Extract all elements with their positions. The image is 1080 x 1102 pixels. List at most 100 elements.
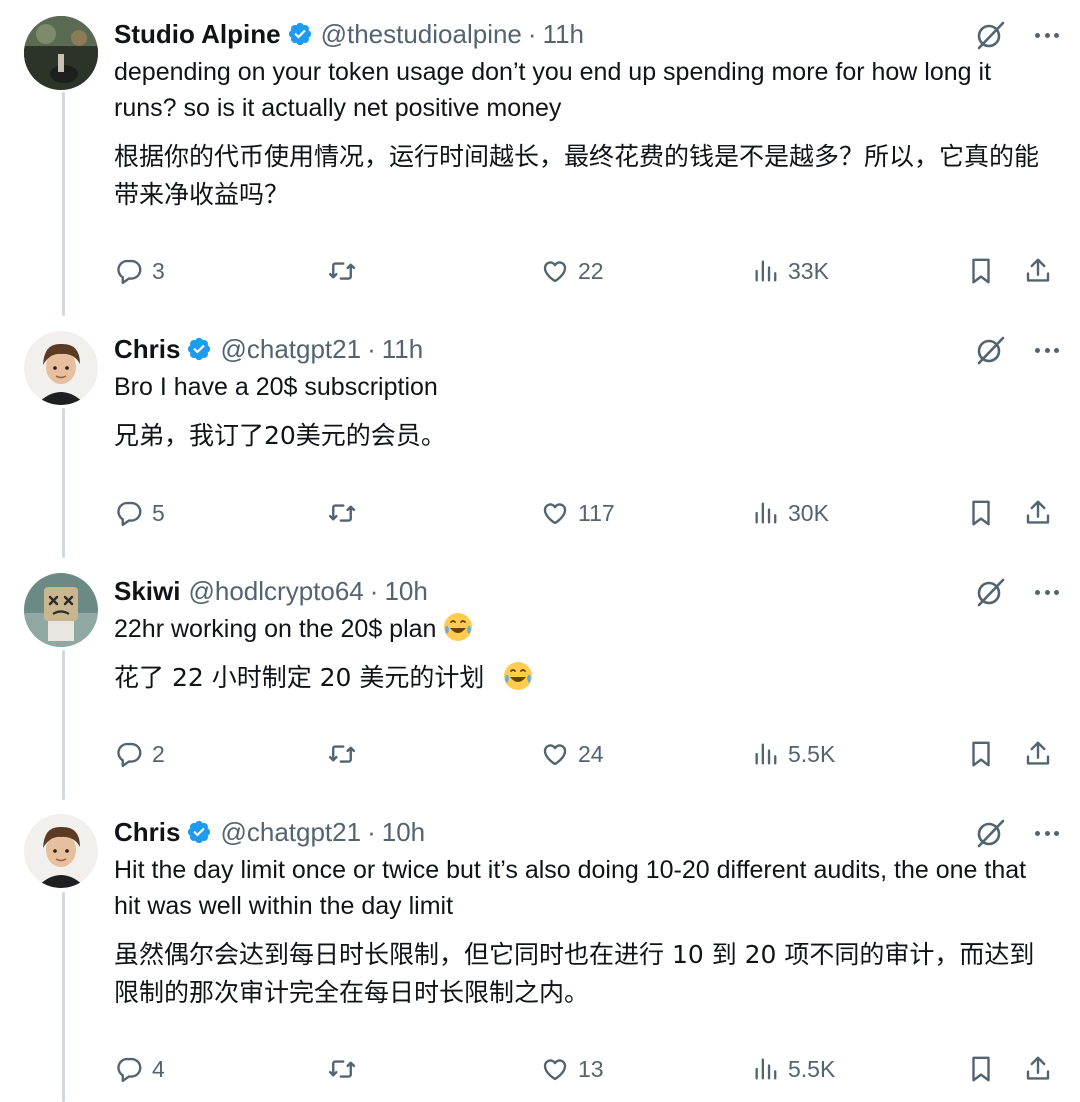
more-icon[interactable] (1035, 338, 1059, 362)
share-button[interactable] (1023, 493, 1053, 533)
grok-icon[interactable] (973, 816, 1007, 850)
separator: · (367, 816, 376, 847)
verified-badge-icon (188, 820, 211, 844)
post-time[interactable]: 10h (384, 576, 427, 607)
display-name[interactable]: Studio Alpine (114, 19, 281, 50)
bookmark-button[interactable] (966, 493, 996, 533)
views-button[interactable]: 5.5K (752, 734, 835, 774)
user-handle[interactable]: @thestudioalpine (321, 19, 522, 50)
post-text: depending on your token usage don’t you … (114, 58, 992, 122)
avatar[interactable] (24, 331, 98, 405)
reply-count: 5 (152, 499, 165, 526)
views-icon (755, 743, 777, 765)
post[interactable]: Chris @chatgpt21 · 10h Hit the day limit… (0, 814, 1080, 1054)
like-button[interactable]: 24 (540, 734, 604, 774)
bookmark-button[interactable] (966, 1049, 996, 1089)
verified-badge-icon (188, 337, 211, 361)
reply-thread: Studio Alpine @thestudioalpine · 11h dep… (0, 0, 1080, 1102)
share-icon (1026, 1056, 1050, 1080)
views-count: 30K (788, 499, 829, 526)
reply-button[interactable]: 3 (114, 251, 165, 291)
repost-icon (328, 745, 356, 763)
like-button[interactable]: 22 (540, 251, 604, 291)
reply-icon (117, 259, 142, 285)
bookmark-button[interactable] (966, 734, 996, 774)
grok-icon[interactable] (973, 575, 1007, 609)
like-icon (543, 503, 567, 525)
reply-count: 2 (152, 740, 165, 767)
post-translation: 花了 22 小时制定 20 美元的计划 (114, 663, 485, 692)
repost-button[interactable] (326, 251, 366, 291)
reply-button[interactable]: 4 (114, 1049, 165, 1089)
views-icon (755, 502, 777, 524)
separator: · (369, 575, 379, 606)
like-icon (543, 1059, 567, 1081)
user-handle[interactable]: @chatgpt21 (220, 817, 361, 848)
avatar[interactable] (24, 573, 98, 647)
post-text: Hit the day limit once or twice but it’s… (114, 856, 1027, 920)
like-count: 22 (578, 257, 604, 284)
post-text-line: 22hr working on the 20$ plan (114, 611, 1059, 647)
post-text: Bro I have a 20$ subscription (114, 373, 438, 401)
separator: · (367, 333, 376, 364)
share-icon (1026, 500, 1050, 524)
display-name[interactable]: Chris (114, 334, 180, 365)
reply-icon (117, 742, 142, 768)
like-icon (543, 261, 567, 283)
post-translation-line: 花了 22 小时制定 20 美元的计划 (114, 659, 1059, 697)
reply-button[interactable]: 2 (114, 734, 165, 774)
share-icon (1026, 741, 1050, 765)
separator: · (527, 18, 537, 49)
face-with-tears-of-joy-emoji (504, 662, 533, 690)
post-translation: 根据你的代币使用情况，运行时间越长，最终花费的钱是不是越多？所以，它真的能带来净… (114, 142, 1040, 209)
grok-icon[interactable] (973, 18, 1007, 52)
post-header: Chris @chatgpt21 · 11h (114, 331, 1059, 367)
bookmark-icon (972, 500, 990, 526)
views-count: 5.5K (788, 1055, 836, 1082)
post-actions: 5 117 30K (114, 493, 1059, 533)
more-icon[interactable] (1035, 580, 1059, 604)
avatar[interactable] (24, 16, 98, 90)
repost-button[interactable] (326, 493, 366, 533)
more-icon[interactable] (1035, 23, 1059, 47)
avatar[interactable] (24, 814, 98, 888)
views-button[interactable]: 33K (752, 251, 829, 291)
reply-count: 4 (152, 1055, 165, 1082)
post-actions: 3 22 33K (114, 251, 1059, 291)
post-time[interactable]: 10h (382, 817, 425, 848)
repost-button[interactable] (326, 734, 366, 774)
like-button[interactable]: 117 (540, 493, 615, 533)
grok-icon[interactable] (973, 333, 1007, 367)
user-handle[interactable]: @hodlcrypto64 (188, 576, 363, 607)
post-header: Studio Alpine @thestudioalpine · 11h (114, 16, 1059, 52)
post-header: Skiwi @hodlcrypto64 · 10h (114, 573, 1059, 609)
more-icon[interactable] (1035, 821, 1059, 845)
post-translation: 虽然偶尔会达到每日时长限制，但它同时也在进行 10 到 20 项不同的审计，而达… (114, 940, 1035, 1007)
like-button[interactable]: 13 (540, 1049, 604, 1089)
views-button[interactable]: 5.5K (752, 1049, 835, 1089)
display-name[interactable]: Skiwi (114, 576, 180, 607)
bookmark-button[interactable] (966, 251, 996, 291)
share-button[interactable] (1023, 734, 1053, 774)
repost-button[interactable] (326, 1049, 366, 1089)
share-button[interactable] (1023, 251, 1053, 291)
post-time[interactable]: 11h (543, 19, 584, 50)
reply-button[interactable]: 5 (114, 493, 165, 533)
reply-icon (117, 1057, 142, 1083)
post-time[interactable]: 11h (382, 334, 423, 365)
views-icon (755, 1058, 777, 1080)
views-icon (755, 260, 777, 282)
reply-icon (117, 501, 142, 527)
share-button[interactable] (1023, 1049, 1053, 1089)
verified-badge-icon (288, 22, 311, 46)
post-text: 22hr working on the 20$ plan (114, 615, 437, 643)
like-count: 24 (578, 740, 604, 767)
repost-icon (328, 262, 356, 280)
user-handle[interactable]: @chatgpt21 (220, 334, 361, 365)
repost-icon (328, 504, 356, 522)
views-count: 33K (788, 257, 829, 284)
display-name[interactable]: Chris (114, 817, 180, 848)
views-button[interactable]: 30K (752, 493, 829, 533)
post-actions: 4 13 5.5K (114, 1049, 1059, 1089)
like-icon (543, 744, 567, 766)
